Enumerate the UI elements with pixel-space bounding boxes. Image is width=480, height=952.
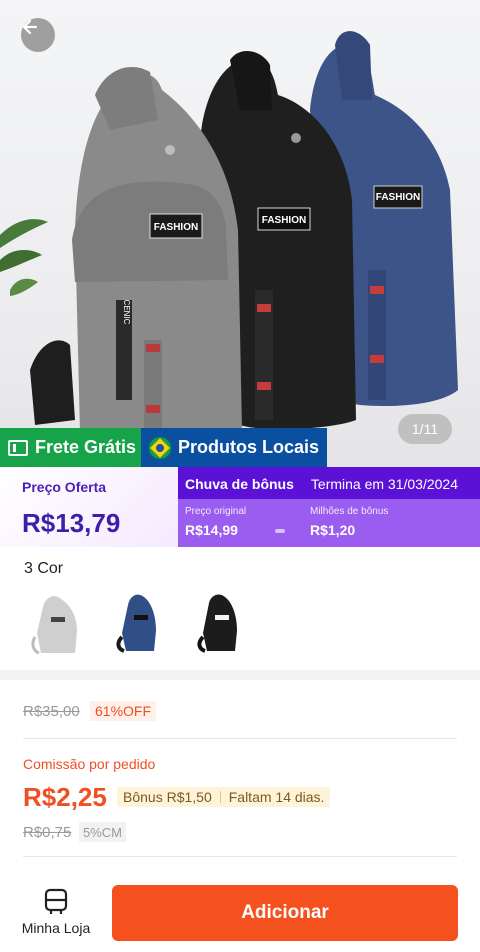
bag-label-black: FASHION (262, 215, 306, 226)
add-button[interactable]: Adicionar (112, 885, 458, 941)
arrow-left-icon (22, 19, 38, 35)
back-button[interactable] (21, 18, 55, 52)
offer-price-label: Preço Oferta (22, 479, 107, 495)
commission-bonus-chip: Bônus R$1,50 Faltam 14 dias. (117, 787, 331, 807)
product-image-carousel[interactable]: FASHION FASHION FASHION CENIC 1/11 (0, 0, 480, 468)
bonus-title: Chuva de bônus (185, 476, 294, 492)
bag-label-blue: FASHION (376, 192, 420, 203)
free-shipping-label: Frete Grátis (35, 437, 137, 457)
commission-value: R$2,25 (23, 782, 107, 812)
bonus-header: Chuva de bônus Termina em 31/03/2024 (150, 467, 480, 499)
divider-line (23, 738, 457, 739)
chip-separator (219, 791, 221, 803)
store-icon (44, 888, 68, 914)
bonus-panel: Chuva de bônus Termina em 31/03/2024 Pre… (150, 467, 480, 547)
product-photo: FASHION FASHION FASHION CENIC (0, 31, 458, 433)
discount-badge: 61%OFF (90, 701, 157, 721)
offer-price-value: R$13,79 (22, 508, 121, 538)
brazil-flag-icon (149, 436, 171, 459)
commission-label: Comissão por pedido (23, 756, 156, 772)
color-count-label: 3 Cor (24, 560, 64, 577)
old-price: R$35,00 (23, 703, 80, 720)
black-bag-thumbnail (197, 594, 237, 653)
old-commission: R$0,75 (23, 824, 72, 841)
commission-percent-badge: 5%CM (79, 822, 127, 842)
strap-text: CENIC (122, 300, 131, 325)
offer-price-panel: Preço Oferta R$13,79 (0, 467, 178, 547)
minus-icon (275, 529, 285, 533)
days-left: Faltam 14 dias. (228, 789, 325, 805)
local-products-label: Produtos Locais (178, 437, 320, 457)
bag-label-gray: FASHION (154, 222, 198, 233)
color-option-black[interactable] (189, 587, 251, 661)
price-banner: Chuva de bônus Termina em 31/03/2024 Pre… (0, 467, 480, 547)
bonus-end-date: Termina em 31/03/2024 (310, 476, 458, 492)
shipping-ticket-icon (8, 439, 28, 456)
color-option-gray[interactable] (25, 587, 87, 661)
blue-bag-thumbnail (116, 594, 156, 653)
my-store-label: Minha Loja (21, 920, 91, 936)
gray-bag-thumbnail (31, 596, 77, 655)
image-counter: 1/11 (398, 414, 452, 444)
local-products-badge: Produtos Locais (141, 428, 327, 467)
bonus-millions-value: R$1,20 (310, 522, 356, 538)
free-shipping-badge: Frete Grátis (0, 428, 141, 467)
divider-line (23, 856, 457, 857)
my-store-button[interactable]: Minha Loja (18, 888, 94, 944)
section-divider (0, 670, 480, 680)
original-price-label: Preço original (185, 506, 247, 517)
bonus-amount: Bônus R$1,50 (123, 789, 212, 805)
color-option-blue[interactable] (108, 587, 170, 661)
original-price-value: R$14,99 (185, 522, 238, 538)
bonus-millions-label: Milhões de bônus (310, 506, 389, 517)
